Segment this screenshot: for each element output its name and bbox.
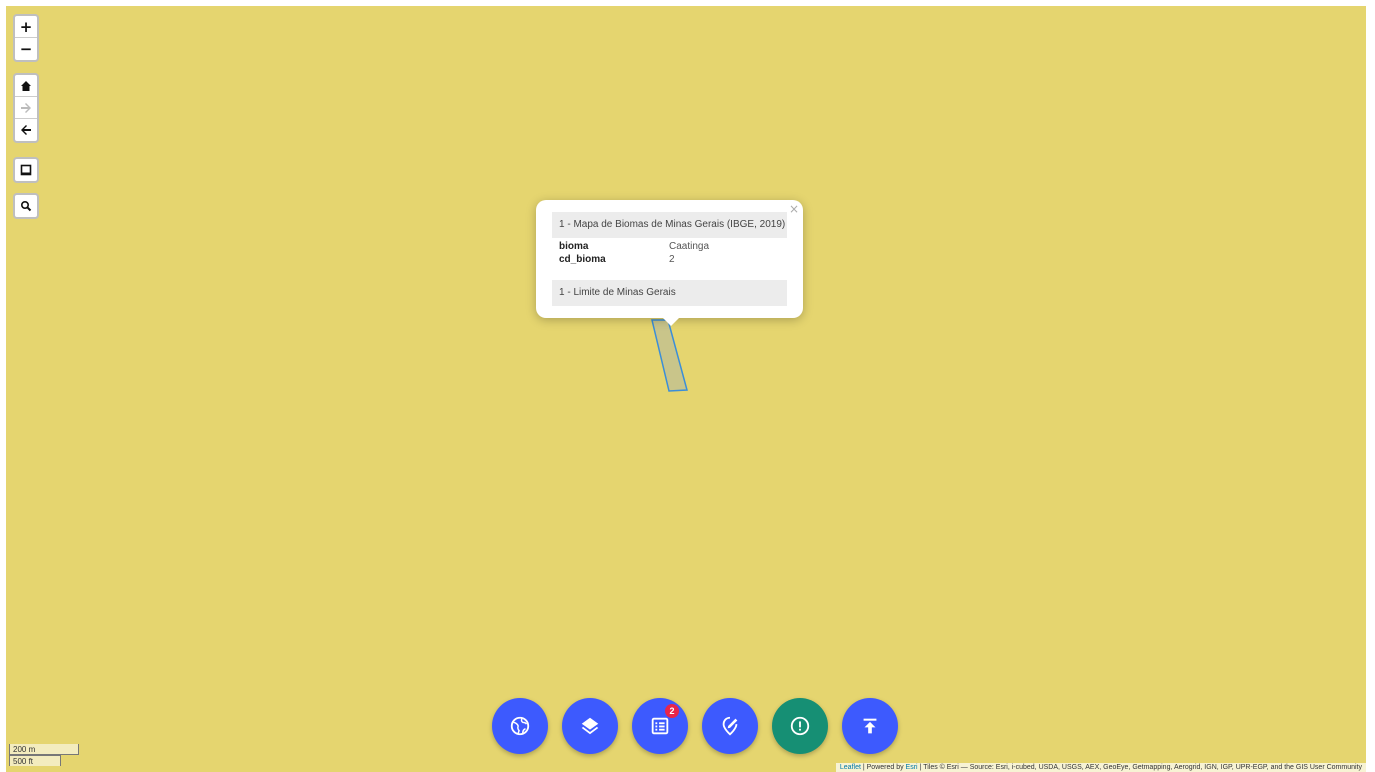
globe-icon [510, 716, 530, 736]
upload-button[interactable] [842, 698, 898, 754]
selected-polygon[interactable] [6, 6, 1366, 772]
popup-close-button[interactable]: × [789, 202, 799, 216]
popup-layer-footer[interactable]: 1 - Limite de Minas Gerais [552, 280, 787, 306]
popup-attributes: bioma Caatinga cd_bioma 2 [552, 240, 787, 266]
leaflet-link[interactable]: Leaflet [840, 764, 861, 771]
scale-control: 200 m 500 ft [9, 744, 79, 766]
layers-icon [581, 717, 599, 735]
attribution-text: | Tiles © Esri — Source: Esri, i-cubed, … [917, 764, 1362, 771]
popup-layer-title[interactable]: 1 - Mapa de Biomas de Minas Gerais (IBGE… [552, 212, 787, 238]
edit-location-icon [722, 716, 738, 736]
scale-imperial: 500 ft [9, 755, 61, 766]
list-icon [651, 717, 669, 735]
popup-tip [663, 318, 679, 326]
esri-link[interactable]: Esri [906, 764, 918, 771]
upload-icon [863, 718, 877, 734]
attribute-key: cd_bioma [559, 254, 606, 265]
fab-toolbar: 2 [492, 698, 898, 754]
map-canvas[interactable]: + − × 1 - Mapa de Biomas de Minas Gerais… [6, 6, 1366, 772]
attribute-row: cd_bioma 2 [552, 253, 787, 266]
attribute-row: bioma Caatinga [552, 240, 787, 253]
attribution-separator: | Powered by [860, 764, 906, 771]
draw-button[interactable] [702, 698, 758, 754]
notification-badge: 2 [665, 704, 679, 718]
info-button[interactable] [772, 698, 828, 754]
legend-list-button[interactable]: 2 [632, 698, 688, 754]
attribute-value: 2 [669, 254, 675, 265]
scale-metric: 200 m [9, 744, 79, 755]
basemap-button[interactable] [492, 698, 548, 754]
feature-popup: × 1 - Mapa de Biomas de Minas Gerais (IB… [536, 200, 803, 326]
layers-button[interactable] [562, 698, 618, 754]
attribute-key: bioma [559, 241, 589, 252]
alert-circle-icon [790, 716, 810, 736]
map-attribution: Leaflet | Powered by Esri | Tiles © Esri… [835, 763, 1366, 772]
attribute-value: Caatinga [669, 241, 710, 252]
